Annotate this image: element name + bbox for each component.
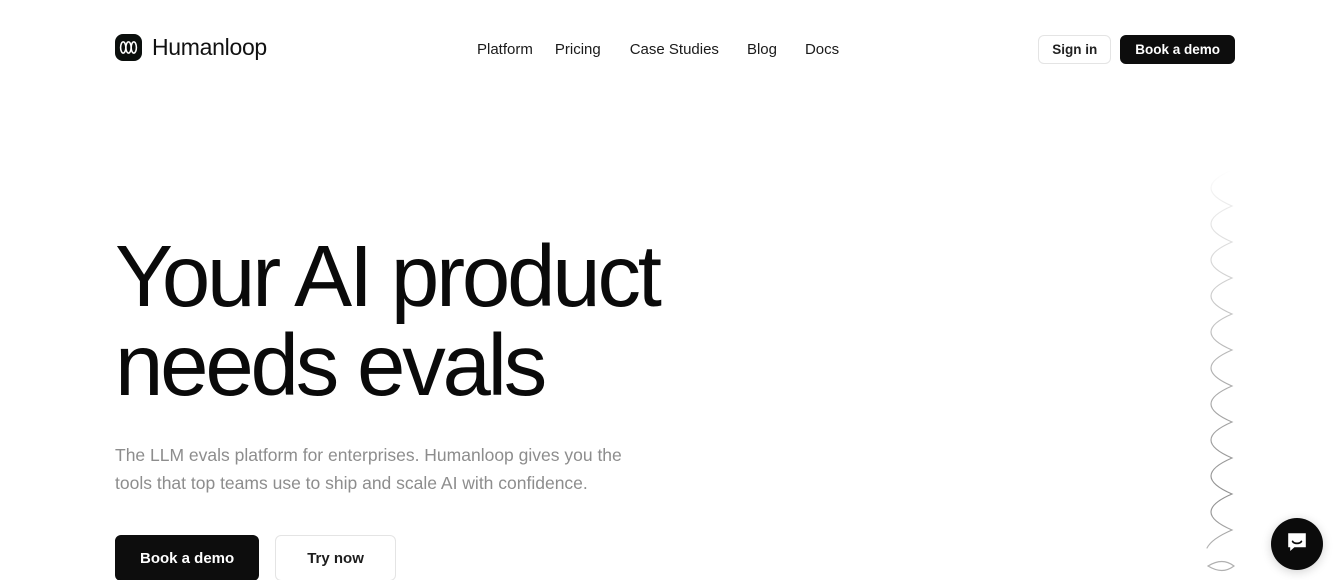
- site-header: Humanloop Platform Pricing Case Studies …: [0, 0, 1344, 100]
- chat-launcher-button[interactable]: [1271, 518, 1323, 570]
- brand-logo-link[interactable]: Humanloop: [115, 34, 267, 61]
- hero-cta-group: Book a demo Try now: [115, 535, 815, 580]
- hero-subtitle: The LLM evals platform for enterprises. …: [115, 441, 680, 497]
- chat-bubble-icon: [1285, 530, 1309, 559]
- sign-in-button[interactable]: Sign in: [1038, 35, 1112, 64]
- hero-subtitle-line-2: tools that top teams use to ship and sca…: [115, 473, 588, 493]
- main-navigation: Platform Pricing Case Studies Blog Docs: [477, 41, 839, 59]
- header-actions: Sign in Book a demo: [1038, 35, 1235, 64]
- hero-title: Your AI product needs evals: [115, 232, 815, 410]
- nav-item-platform[interactable]: Platform: [477, 41, 533, 59]
- nav-item-case-studies[interactable]: Case Studies: [630, 41, 719, 59]
- hero-subtitle-line-1: The LLM evals platform for enterprises. …: [115, 445, 622, 465]
- nav-item-docs[interactable]: Docs: [805, 41, 839, 59]
- hero-title-line-2: needs evals: [115, 317, 547, 414]
- hero-book-demo-button[interactable]: Book a demo: [115, 535, 260, 580]
- hero-title-line-1: Your AI product: [115, 228, 662, 325]
- nav-item-pricing[interactable]: Pricing: [555, 41, 601, 59]
- hero-section: Your AI product needs evals The LLM eval…: [115, 232, 815, 580]
- humanloop-logo-icon: [115, 34, 142, 61]
- nav-item-blog[interactable]: Blog: [747, 41, 777, 59]
- header-book-demo-button[interactable]: Book a demo: [1120, 35, 1235, 64]
- brand-name: Humanloop: [152, 34, 267, 60]
- hero-try-now-button[interactable]: Try now: [275, 535, 396, 580]
- spiral-coil-decoration: [1188, 168, 1252, 580]
